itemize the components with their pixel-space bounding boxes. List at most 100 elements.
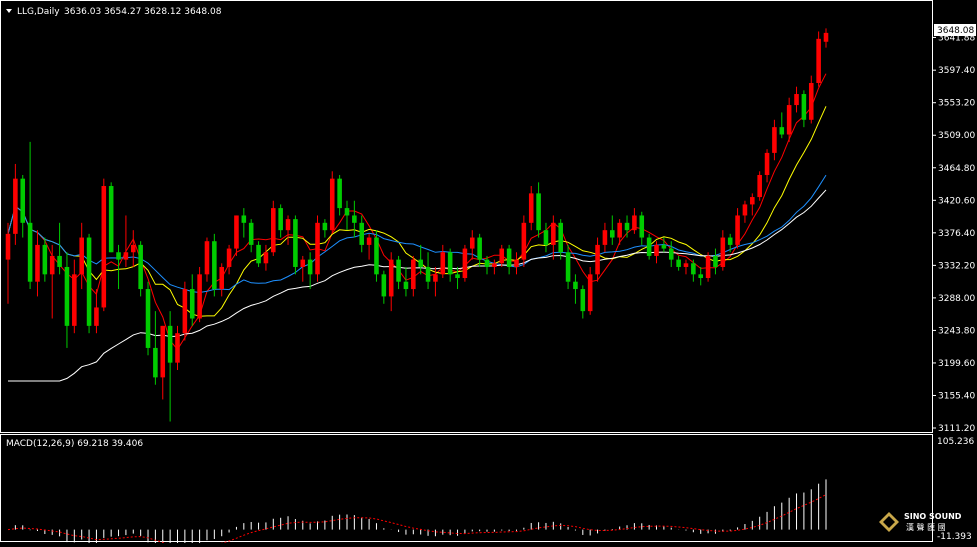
candle bbox=[514, 252, 519, 275]
candle bbox=[248, 219, 254, 253]
candle bbox=[610, 215, 615, 245]
candle bbox=[668, 241, 674, 267]
candle bbox=[315, 215, 320, 282]
price-tick-label: 3464.80 bbox=[938, 164, 975, 174]
candle bbox=[94, 289, 99, 334]
candle bbox=[396, 255, 401, 290]
candle bbox=[764, 149, 770, 183]
macd-signal-path bbox=[7, 494, 827, 547]
candle bbox=[639, 211, 645, 245]
candle bbox=[617, 219, 622, 245]
price-tick-label: 3288.00 bbox=[938, 294, 975, 304]
candle bbox=[418, 244, 423, 275]
candle bbox=[727, 233, 733, 253]
macd-panel-border bbox=[0, 434, 933, 542]
candle bbox=[101, 178, 107, 312]
price-tick-label: 3111.20 bbox=[938, 424, 975, 434]
candle bbox=[580, 285, 586, 319]
candle bbox=[411, 255, 416, 297]
candle bbox=[772, 119, 777, 161]
candle bbox=[536, 182, 541, 238]
candle bbox=[683, 259, 689, 275]
price-tick-label: 3509.00 bbox=[938, 131, 975, 141]
candle bbox=[403, 266, 409, 297]
candle bbox=[138, 241, 143, 297]
candle bbox=[676, 255, 681, 271]
symbol-label: LLG,Daily bbox=[17, 7, 60, 17]
chart-window: 3641.88 3597.40 3553.20 3509.00 3464.80 3420.… bbox=[0, 0, 977, 547]
ma5-line bbox=[7, 73, 827, 351]
candle bbox=[226, 244, 232, 275]
candle bbox=[543, 222, 549, 253]
candle bbox=[86, 233, 92, 334]
candle bbox=[241, 208, 247, 238]
price-axis: 3641.883597.403553.203509.003464.803420.… bbox=[932, 33, 975, 434]
macd-title: MACD(12,26,9) 69.218 39.406 bbox=[6, 439, 143, 449]
candle bbox=[219, 263, 224, 297]
candle bbox=[602, 222, 608, 253]
candle bbox=[750, 193, 755, 216]
candle bbox=[794, 86, 799, 113]
price-tick-label: 3376.40 bbox=[938, 229, 975, 239]
candlesticks bbox=[5, 28, 829, 422]
moving-averages bbox=[7, 73, 827, 382]
chart-canvas: 3641.883597.403553.203509.003464.803420.… bbox=[0, 0, 976, 547]
dropdown-triangle-icon[interactable] bbox=[6, 9, 12, 13]
candle bbox=[13, 163, 18, 245]
candle bbox=[153, 311, 158, 385]
candle bbox=[263, 244, 269, 271]
candle bbox=[20, 174, 26, 238]
candle bbox=[381, 270, 387, 304]
candle bbox=[337, 174, 342, 216]
candle bbox=[528, 186, 534, 231]
price-tick-label: 3155.40 bbox=[938, 391, 975, 401]
candle bbox=[167, 311, 173, 422]
price-tick-label: 3597.40 bbox=[938, 66, 975, 76]
candle bbox=[5, 222, 11, 304]
macd-axis-top: 105.236 bbox=[937, 437, 974, 447]
candle bbox=[64, 252, 70, 348]
candle bbox=[212, 233, 217, 297]
ohlc-readout: 3636.03 3654.27 3628.12 3648.08 bbox=[64, 7, 222, 17]
candle bbox=[234, 215, 239, 256]
candle bbox=[49, 244, 55, 319]
candle bbox=[595, 237, 600, 282]
candle bbox=[447, 248, 453, 282]
candle bbox=[271, 200, 276, 256]
price-tick-label: 3420.60 bbox=[938, 196, 975, 206]
ma10-line bbox=[7, 106, 827, 317]
candle bbox=[816, 31, 821, 87]
candle bbox=[175, 325, 180, 371]
candle bbox=[344, 200, 350, 231]
candle bbox=[462, 244, 468, 282]
candle bbox=[388, 252, 394, 312]
candle bbox=[79, 222, 84, 290]
candle bbox=[698, 266, 704, 286]
candle bbox=[742, 200, 748, 223]
candle bbox=[624, 215, 630, 238]
candle bbox=[307, 252, 313, 290]
candle bbox=[359, 215, 365, 253]
candle bbox=[108, 182, 114, 253]
candle bbox=[27, 141, 33, 290]
price-tick-label: 3243.80 bbox=[938, 326, 975, 336]
candle bbox=[492, 259, 497, 275]
candle bbox=[499, 244, 505, 267]
candle bbox=[57, 222, 62, 275]
candle bbox=[735, 208, 740, 249]
price-tick-label: 3332.20 bbox=[938, 261, 975, 271]
candle bbox=[801, 90, 807, 128]
candle bbox=[352, 200, 357, 238]
candle bbox=[565, 244, 571, 290]
candle bbox=[632, 208, 637, 234]
candle bbox=[160, 325, 166, 400]
candle bbox=[521, 215, 527, 267]
price-tick-label: 3553.20 bbox=[938, 99, 975, 109]
candle bbox=[705, 252, 711, 282]
candle bbox=[123, 215, 129, 267]
candle bbox=[35, 230, 40, 297]
candle bbox=[757, 171, 762, 201]
macd-axis-bottom: -11.393 bbox=[937, 532, 972, 542]
candle bbox=[691, 259, 696, 282]
candle bbox=[506, 244, 512, 275]
